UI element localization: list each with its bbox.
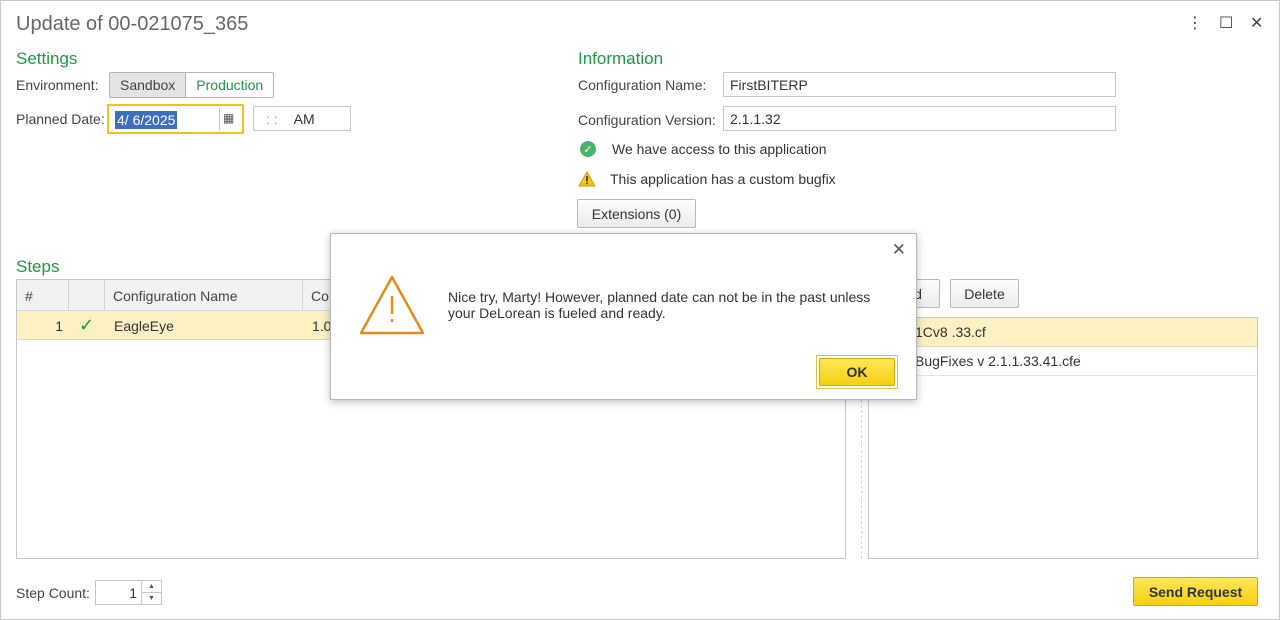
settings-title: Settings — [16, 49, 78, 68]
planned-date-input[interactable]: 4/ 6/2025 ▦ — [107, 104, 244, 134]
time-ampm: AM — [293, 110, 315, 127]
files-table: 1Cv8 .33.cf BugFixes v 2.1.1.33.41.cfe — [868, 317, 1258, 559]
update-window: Update of 00-021075_365 ⋮ ☐ ✕ Settings E… — [0, 0, 1280, 620]
col-status[interactable] — [69, 280, 105, 311]
environment-label: Environment: — [16, 77, 99, 93]
date-divider — [219, 108, 220, 130]
row-version: 1.0 — [312, 317, 332, 334]
information-title: Information — [578, 49, 664, 68]
decrement-icon[interactable]: ▼ — [142, 593, 161, 604]
delete-button[interactable]: Delete — [950, 279, 1019, 308]
access-status: ✓ We have access to this application — [578, 141, 827, 157]
send-request-button[interactable]: Send Request — [1133, 577, 1258, 606]
list-item[interactable]: BugFixes v 2.1.1.33.41.cfe — [869, 347, 1257, 376]
increment-icon[interactable]: ▲ — [142, 581, 161, 593]
maximize-icon[interactable]: ☐ — [1219, 13, 1233, 33]
list-item[interactable]: 1Cv8 .33.cf — [869, 318, 1257, 347]
check-icon: ✓ — [79, 315, 95, 335]
bugfix-text: This application has a custom bugfix — [610, 171, 836, 187]
ok-button[interactable]: OK — [819, 358, 895, 386]
bugfix-status: This application has a custom bugfix — [578, 171, 836, 187]
dialog-close-icon[interactable]: ✕ — [892, 240, 906, 260]
steps-title: Steps — [16, 257, 60, 276]
window-title: Update of 00-021075_365 — [16, 13, 249, 35]
env-sandbox-button[interactable]: Sandbox — [110, 73, 187, 97]
col-configuration-name[interactable]: Configuration Name — [105, 280, 303, 311]
config-version-label: Configuration Version: — [578, 112, 716, 128]
calendar-icon[interactable]: ▦ — [223, 111, 234, 125]
access-text: We have access to this application — [612, 141, 827, 157]
step-count-label: Step Count: — [16, 585, 90, 601]
dialog-message: Nice try, Marty! However, planned date c… — [448, 289, 871, 321]
close-icon[interactable]: ✕ — [1250, 13, 1263, 33]
alert-dialog: ✕ Nice try, Marty! However, planned date… — [330, 233, 917, 400]
warning-icon — [578, 171, 596, 187]
planned-time-input[interactable]: : : AM — [253, 106, 351, 131]
environment-toggle: Sandbox Production — [109, 72, 275, 98]
extensions-button[interactable]: Extensions (0) — [577, 199, 696, 228]
row-config-name: EagleEye — [114, 317, 174, 334]
row-number: 1 — [55, 317, 63, 334]
warning-triangle-icon — [359, 275, 425, 335]
step-count-value: 1 — [129, 585, 137, 601]
config-version-field[interactable]: 2.1.1.32 — [723, 106, 1116, 131]
col-number[interactable]: # — [17, 280, 69, 311]
check-circle-icon: ✓ — [580, 141, 596, 157]
time-separators: : : — [266, 110, 278, 127]
config-name-field[interactable]: FirstBITERP — [723, 72, 1116, 97]
env-production-button[interactable]: Production — [186, 73, 274, 97]
stepper-buttons: ▲ ▼ — [141, 581, 161, 604]
ok-button-frame: OK — [816, 355, 898, 389]
more-options-icon[interactable]: ⋮ — [1187, 13, 1203, 33]
step-count-stepper[interactable]: 1 ▲ ▼ — [95, 580, 162, 605]
config-name-label: Configuration Name: — [578, 77, 707, 93]
planned-date-label: Planned Date: — [16, 111, 105, 127]
planned-date-value: 4/ 6/2025 — [115, 111, 178, 129]
